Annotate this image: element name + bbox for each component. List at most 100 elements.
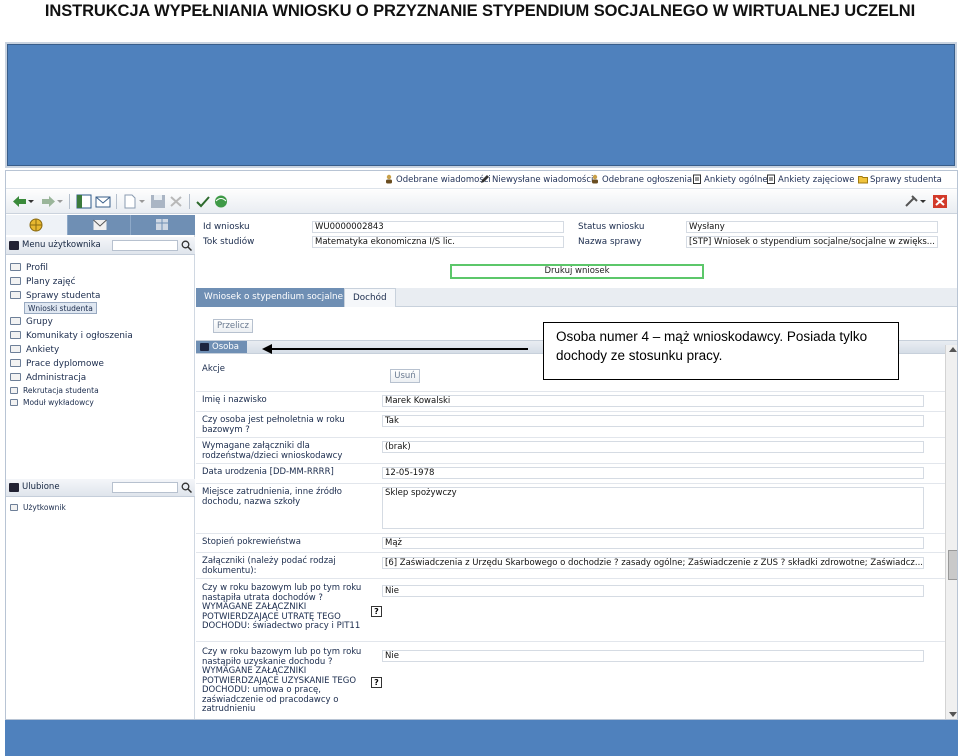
annotation-callout: Osoba numer 4 – mąż wnioskodawcy. Posiad…	[543, 322, 899, 380]
sidebar-item-groups[interactable]: Grupy	[10, 316, 53, 328]
mail-icon[interactable]	[95, 194, 111, 209]
delete-icon[interactable]	[168, 194, 184, 209]
sidebar-item-schedules[interactable]: Plany zajęć	[10, 276, 75, 288]
close-icon[interactable]	[932, 194, 948, 209]
sidebar-item-announcements[interactable]: Komunikaty i ogłoszenia	[10, 330, 133, 342]
search-icon[interactable]	[181, 240, 192, 251]
sidebar-item-label: Sprawy studenta	[26, 291, 101, 301]
row-divider	[196, 533, 946, 534]
birthdate-label: Data urodzenia [DD-MM-RRRR]	[202, 467, 334, 477]
remove-button[interactable]: Usuń	[390, 369, 420, 383]
toolbar-separator	[116, 194, 117, 209]
sidebar-item-student-matters[interactable]: Sprawy studenta	[10, 290, 100, 302]
help-icon[interactable]: ?	[371, 606, 382, 617]
person-section-title[interactable]: Osoba 4	[196, 341, 247, 364]
row-divider	[196, 437, 946, 438]
menu-search-input[interactable]	[112, 240, 178, 251]
name-field[interactable]: Marek Kowalski	[382, 395, 924, 407]
income-gain-label: Czy w roku bazowym lub po tym roku nastą…	[202, 647, 362, 714]
dropdown-arrow-icon[interactable]	[27, 194, 35, 209]
back-arrow-icon[interactable]	[12, 194, 28, 209]
row-divider	[196, 391, 946, 392]
nav-student-matters[interactable]: Sprawy studenta	[858, 174, 942, 185]
sidebar-tabs	[6, 215, 195, 235]
document-icon	[10, 504, 18, 511]
tools-icon[interactable]	[903, 194, 919, 209]
relationship-label: Stopień pokrewieństwa	[202, 537, 301, 547]
nav-label: Niewysłane wiadomości	[492, 175, 594, 185]
document-icon	[10, 399, 18, 406]
sidebar-item-label: Komunikaty i ogłoszenia	[26, 331, 133, 341]
nav-label: Odebrane wiadomości	[396, 175, 491, 185]
scrollbar-thumb[interactable]	[948, 550, 957, 580]
new-document-icon[interactable]	[122, 194, 138, 209]
folder-icon	[10, 331, 21, 339]
sidebar-item-recruitment[interactable]: Rekrutacja studenta	[10, 385, 99, 397]
folder-icon	[10, 359, 21, 367]
sidebar-item-label: Administracja	[26, 373, 87, 383]
income-gain-field[interactable]: Nie	[382, 650, 924, 662]
panel-toggle-icon[interactable]	[76, 194, 92, 209]
sidebar-tab-grid[interactable]	[132, 215, 194, 235]
dropdown-arrow-icon[interactable]	[138, 194, 146, 209]
required-attachments-field[interactable]: (brak)	[382, 441, 924, 453]
sidebar-subitem-student-applications[interactable]: Wnioski studenta	[24, 302, 97, 314]
vertical-scrollbar[interactable]	[945, 345, 957, 719]
dropdown-arrow-icon[interactable]	[919, 194, 927, 209]
sidebar-tab-menu[interactable]	[6, 215, 68, 235]
save-icon[interactable]	[150, 194, 166, 209]
nav-received-announcements[interactable]: Odebrane ogłoszenia	[590, 174, 692, 185]
sidebar-item-administration[interactable]: Administracja	[10, 372, 86, 384]
menu-panel-title: Menu użytkownika	[22, 240, 101, 250]
attachments-field[interactable]: [6] Zaświadczenia z Urzędu Skarbowego o …	[382, 557, 924, 569]
nav-general-surveys[interactable]: Ankiety ogólne	[692, 174, 768, 185]
status-value: Wysłany	[686, 221, 938, 233]
nav-label: Odebrane ogłoszenia	[602, 175, 693, 185]
row-divider	[196, 463, 946, 464]
sidebar-item-label: Wnioski studenta	[28, 304, 93, 313]
birthdate-field[interactable]: 12-05-1978	[382, 467, 924, 479]
nav-received-messages[interactable]: Odebrane wiadomości	[384, 174, 491, 185]
favorites-search-input[interactable]	[112, 482, 178, 493]
row-divider	[196, 578, 946, 579]
nav-label: Sprawy studenta	[870, 175, 942, 185]
sidebar-tab-messages[interactable]	[69, 215, 131, 235]
adult-field[interactable]: Tak	[382, 415, 924, 427]
help-icon[interactable]: ?	[371, 677, 382, 688]
tab-application[interactable]: Wniosek o stypendium socjalne	[196, 288, 352, 307]
refresh-globe-icon[interactable]	[213, 194, 229, 209]
scroll-up-icon[interactable]	[949, 347, 957, 352]
row-divider	[196, 552, 946, 553]
folder-icon	[858, 176, 868, 184]
employment-field[interactable]: Sklep spożywczy	[382, 487, 924, 529]
forward-arrow-icon[interactable]	[40, 194, 56, 209]
check-edit-icon[interactable]	[195, 194, 211, 209]
favorites-item-user[interactable]: Użytkownik	[10, 502, 66, 514]
nav-unsent-messages[interactable]: Niewysłane wiadomości	[480, 174, 593, 185]
adult-label: Czy osoba jest pełnoletnia w roku bazowy…	[202, 415, 345, 435]
relationship-field[interactable]: Mąż	[382, 537, 924, 549]
sidebar-item-profile[interactable]: Profil	[10, 262, 48, 274]
compass-icon	[29, 218, 43, 232]
dropdown-arrow-icon[interactable]	[56, 194, 64, 209]
recalculate-button[interactable]: Przelicz	[213, 319, 253, 333]
folder-icon	[10, 263, 21, 271]
sidebar-item-surveys[interactable]: Ankiety	[10, 344, 59, 356]
folder-icon	[10, 317, 21, 325]
annotation-arrow	[270, 348, 528, 350]
scroll-down-icon[interactable]	[949, 712, 957, 717]
application-header: Id wniosku WU0000002843 Tok studiów Mate…	[196, 215, 957, 251]
sidebar-item-label: Ankiety	[26, 345, 60, 355]
nav-course-surveys[interactable]: Ankiety zajęciowe	[766, 174, 854, 185]
search-icon[interactable]	[181, 482, 192, 493]
row-divider	[196, 411, 946, 412]
print-application-button[interactable]: Drukuj wniosek	[450, 264, 704, 279]
menu-panel-header: Menu użytkownika	[6, 237, 195, 255]
tab-income[interactable]: Dochód	[344, 288, 396, 307]
status-label: Status wniosku	[578, 222, 645, 232]
sidebar-item-theses[interactable]: Prace dyplomowe	[10, 358, 104, 370]
income-loss-field[interactable]: Nie	[382, 585, 924, 597]
tok-value: Matematyka ekonomiczna I/S lic.	[312, 236, 564, 248]
row-divider	[196, 483, 946, 484]
sidebar-item-lecturer-module[interactable]: Moduł wykładowcy	[10, 397, 94, 409]
